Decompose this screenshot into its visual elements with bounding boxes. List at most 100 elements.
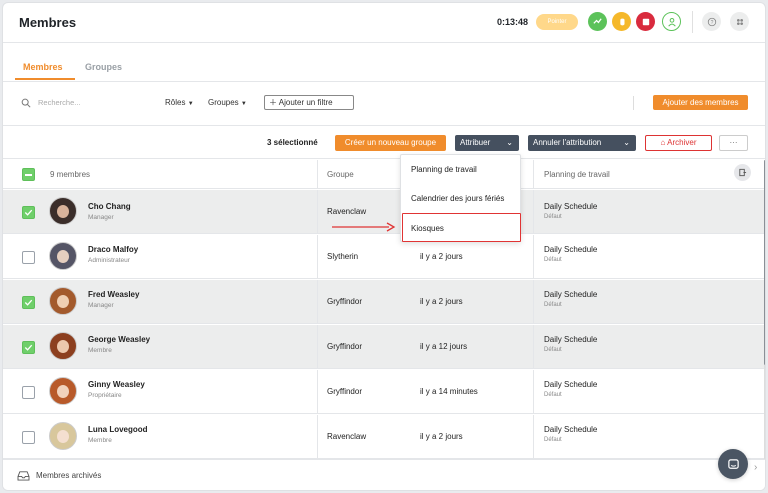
- archive-button[interactable]: ⌂ Archiver: [645, 135, 712, 151]
- chat-icon[interactable]: [718, 449, 748, 479]
- schedule-column-header[interactable]: Planning de travail: [544, 170, 610, 179]
- member-schedule-default: Défaut: [544, 214, 562, 220]
- minus-icon: [25, 174, 32, 176]
- column-divider: [533, 415, 534, 458]
- status-pill[interactable]: Pointer: [536, 14, 578, 30]
- member-group: Gryffindor: [327, 387, 362, 396]
- member-last-active: il y a 14 minutes: [420, 387, 478, 396]
- member-name[interactable]: Fred Weasley: [88, 290, 139, 299]
- tab-membres[interactable]: Membres: [23, 62, 63, 72]
- select-all-checkbox[interactable]: [22, 168, 35, 181]
- member-name[interactable]: Luna Lovegood: [88, 425, 148, 434]
- add-filter-button[interactable]: ＋ Ajouter un filtre: [264, 95, 354, 110]
- row-checkbox[interactable]: [22, 341, 35, 354]
- member-name[interactable]: Cho Chang: [88, 202, 131, 211]
- search-input[interactable]: Recherche...: [38, 98, 81, 107]
- group-column-header[interactable]: Groupe: [327, 170, 354, 179]
- search-icon: [21, 98, 31, 108]
- unassign-button[interactable]: Annuler l'attribution ⌄: [528, 135, 636, 151]
- page-title: Membres: [19, 15, 77, 30]
- apps-icon[interactable]: [730, 12, 749, 31]
- bulk-action-bar: 3 sélectionné Créer un nouveau groupe At…: [3, 127, 765, 159]
- groupes-filter[interactable]: Groupes ▼: [208, 98, 247, 107]
- row-checkbox[interactable]: [22, 296, 35, 309]
- member-last-active: il y a 2 jours: [420, 297, 463, 306]
- chevron-right-icon[interactable]: ›: [754, 462, 757, 473]
- member-group: Gryffindor: [327, 297, 362, 306]
- divider: [692, 11, 693, 33]
- member-schedule-default: Défaut: [544, 302, 562, 308]
- row-checkbox[interactable]: [22, 251, 35, 264]
- column-divider: [533, 190, 534, 233]
- member-role: Membre: [88, 437, 112, 444]
- chevron-down-icon: ▼: [187, 101, 194, 107]
- column-settings-icon[interactable]: [734, 164, 751, 181]
- roles-filter-label: Rôles: [165, 98, 186, 107]
- top-bar: Membres 0:13:48 Pointer ?: [3, 3, 765, 43]
- row-checkbox[interactable]: [22, 206, 35, 219]
- menu-item-holidays[interactable]: Calendrier des jours fériés: [411, 194, 504, 203]
- member-role: Propriétaire: [88, 392, 122, 399]
- assign-button[interactable]: Attribuer ⌄: [455, 135, 519, 151]
- check-icon: [24, 344, 33, 351]
- table-header: 9 membres Groupe Planning de travail: [3, 160, 764, 189]
- column-divider: [533, 370, 534, 413]
- member-schedule: Daily Schedule: [544, 425, 598, 434]
- table-row[interactable]: Fred Weasley Manager Gryffindor il y a 2…: [3, 280, 764, 324]
- member-group: Ravenclaw: [327, 207, 367, 216]
- app-window: Membres 0:13:48 Pointer ? Membres Groupe…: [2, 2, 766, 491]
- create-group-button[interactable]: Créer un nouveau groupe: [335, 135, 446, 151]
- member-role: Manager: [88, 214, 114, 221]
- member-group: Gryffindor: [327, 342, 362, 351]
- table-row[interactable]: Luna Lovegood Membre Ravenclaw il y a 2 …: [3, 415, 764, 459]
- more-button[interactable]: ···: [719, 135, 748, 151]
- help-icon[interactable]: ?: [702, 12, 721, 31]
- member-schedule: Daily Schedule: [544, 245, 598, 254]
- add-members-button[interactable]: Ajouter des membres: [653, 95, 748, 110]
- tab-groupes[interactable]: Groupes: [85, 62, 122, 72]
- member-schedule: Daily Schedule: [544, 380, 598, 389]
- row-checkbox[interactable]: [22, 386, 35, 399]
- member-name[interactable]: Draco Malfoy: [88, 245, 138, 254]
- table-row[interactable]: George Weasley Membre Gryffindor il y a …: [3, 325, 764, 369]
- timer: 0:13:48: [497, 17, 529, 27]
- chevron-down-icon: ⌄: [506, 138, 513, 147]
- pause-hand-icon[interactable]: [612, 12, 631, 31]
- unassign-label: Annuler l'attribution: [533, 138, 602, 147]
- inbox-icon: [17, 471, 30, 481]
- svg-text:?: ?: [710, 19, 713, 25]
- avatar: [49, 287, 77, 315]
- column-divider: [317, 160, 318, 188]
- divider: [633, 96, 634, 110]
- scrollbar-thumb[interactable]: [764, 160, 765, 365]
- check-icon: [24, 299, 33, 306]
- column-divider: [317, 370, 318, 413]
- assign-dropdown-menu: Planning de travail Calendrier des jours…: [400, 154, 521, 242]
- roles-filter[interactable]: Rôles ▼: [165, 98, 194, 107]
- avatar: [49, 242, 77, 270]
- member-schedule-default: Défaut: [544, 437, 562, 443]
- menu-item-planning[interactable]: Planning de travail: [411, 165, 477, 174]
- archived-members-label: Membres archivés: [36, 471, 102, 480]
- check-icon: [24, 209, 33, 216]
- column-divider: [317, 280, 318, 323]
- footer: Membres archivés ›: [3, 459, 765, 490]
- table-row[interactable]: Ginny Weasley Propriétaire Gryffindor il…: [3, 370, 764, 414]
- avatar: [49, 422, 77, 450]
- column-divider: [533, 325, 534, 368]
- avatar: [49, 332, 77, 360]
- archive-icon: ⌂: [660, 138, 666, 147]
- archived-members-link[interactable]: Membres archivés: [17, 470, 101, 481]
- row-checkbox[interactable]: [22, 431, 35, 444]
- menu-item-kiosques[interactable]: Kiosques: [411, 224, 444, 233]
- activity-icon[interactable]: [588, 12, 607, 31]
- member-schedule-default: Défaut: [544, 257, 562, 263]
- tab-bar: Membres Groupes: [3, 44, 765, 82]
- member-name[interactable]: Ginny Weasley: [88, 380, 145, 389]
- member-name[interactable]: George Weasley: [88, 335, 150, 344]
- table-row[interactable]: Draco Malfoy Administrateur Slytherin il…: [3, 235, 764, 279]
- member-group: Ravenclaw: [327, 432, 367, 441]
- user-status-icon[interactable]: [662, 12, 681, 31]
- member-role: Manager: [88, 302, 114, 309]
- stop-icon[interactable]: [636, 12, 655, 31]
